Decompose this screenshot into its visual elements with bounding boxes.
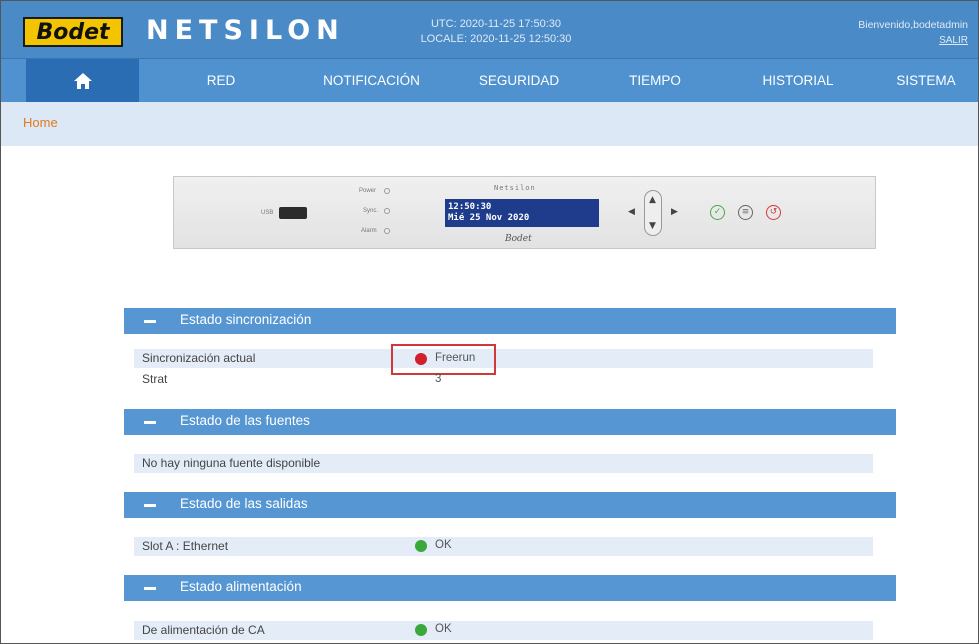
device-front-panel: USB Power Sync. Alarm Netsilon 12:50:30 … (173, 176, 876, 249)
ac-label: De alimentación de CA (142, 623, 265, 637)
logo-text: Bodet (36, 19, 110, 45)
slot-label: Slot A : Ethernet (142, 539, 229, 553)
local-time: LOCALE: 2020-11-25 12:50:30 (420, 33, 572, 45)
power-row: De alimentación de CA (134, 621, 873, 640)
lcd-date: Mié 25 Nov 2020 (448, 213, 530, 223)
nav-tiempo[interactable]: TIEMPO (611, 59, 699, 103)
strat-value: 3 (435, 373, 442, 385)
nav-seguridad[interactable]: SEGURIDAD (469, 59, 569, 103)
led-label-alarm: Alarm (361, 228, 377, 234)
breadcrumb-home[interactable]: Home (23, 115, 58, 130)
welcome-text: Bienvenido,bodetadmin (858, 19, 968, 31)
strat-label: Strat (142, 372, 168, 386)
section-sources-header[interactable]: Estado de las fuentes (124, 409, 896, 435)
collapse-icon (144, 587, 156, 590)
collapse-icon (144, 320, 156, 323)
device-brand: Bodet (505, 234, 532, 244)
nav-historial[interactable]: HISTORIAL (748, 59, 848, 103)
validate-icon[interactable]: ✓ (710, 205, 725, 220)
arrow-left-icon[interactable]: ◀ (628, 207, 635, 217)
main-nav: RED NOTIFICACIÓN SEGURIDAD TIEMPO HISTOR… (1, 58, 978, 103)
slot-value: OK (435, 539, 452, 551)
nav-home[interactable] (26, 59, 139, 103)
sources-row: No hay ninguna fuente disponible (134, 454, 873, 473)
section-power-title: Estado alimentación (180, 579, 302, 594)
sources-message: No hay ninguna fuente disponible (142, 456, 321, 470)
breadcrumb: Home (1, 102, 978, 146)
user-panel: Bienvenido,bodetadmin SALIR (858, 17, 968, 49)
section-sync-header[interactable]: Estado sincronización (124, 308, 896, 334)
nav-sistema[interactable]: SISTEMA (881, 59, 971, 103)
lcd-time: 12:50:30 (448, 202, 492, 212)
section-outputs-header[interactable]: Estado de las salidas (124, 492, 896, 518)
menu-icon[interactable]: ≡ (738, 205, 753, 220)
collapse-icon (144, 504, 156, 507)
section-sources-title: Estado de las fuentes (180, 413, 310, 428)
nav-red[interactable]: RED (176, 59, 266, 103)
status-dot-green-icon (415, 624, 427, 636)
bodet-logo[interactable]: Bodet (23, 17, 123, 47)
sync-current-row: Sincronización actual (134, 349, 873, 368)
led-label-sync: Sync. (363, 208, 379, 214)
section-sync-title: Estado sincronización (180, 312, 312, 327)
lcd-display: 12:50:30 Mié 25 Nov 2020 (445, 199, 599, 227)
device-name: Netsilon (494, 184, 536, 192)
outputs-row: Slot A : Ethernet (134, 537, 873, 556)
usb-port (279, 207, 307, 219)
arrow-down-icon[interactable]: ▼ (649, 221, 656, 231)
nav-notificacion[interactable]: NOTIFICACIÓN (319, 59, 424, 103)
led-label-power: Power (359, 188, 377, 194)
section-outputs-title: Estado de las salidas (180, 496, 308, 511)
section-power-header[interactable]: Estado alimentación (124, 575, 896, 601)
app-window: Bodet NETSILON UTC: 2020-11-25 17:50:30 … (0, 0, 979, 644)
highlight-box (391, 344, 496, 375)
status-dot-green-icon (415, 540, 427, 552)
product-title: NETSILON (146, 15, 345, 46)
top-header: Bodet NETSILON UTC: 2020-11-25 17:50:30 … (1, 1, 978, 58)
alarm-led (384, 228, 390, 234)
clock-display: UTC: 2020-11-25 17:50:30 LOCALE: 2020-11… (411, 17, 581, 47)
home-icon (73, 73, 92, 89)
sync-current-label: Sincronización actual (142, 351, 256, 365)
ac-value: OK (435, 623, 452, 635)
power-led (384, 188, 390, 194)
back-icon[interactable]: ↺ (766, 205, 781, 220)
sync-led (384, 208, 390, 214)
collapse-icon (144, 421, 156, 424)
nav-pad: ▲ ▼ (644, 190, 662, 236)
utc-time: UTC: 2020-11-25 17:50:30 (430, 18, 562, 30)
logout-link[interactable]: SALIR (858, 33, 968, 49)
arrow-up-icon[interactable]: ▲ (649, 195, 656, 205)
arrow-right-icon[interactable]: ▶ (671, 207, 678, 217)
usb-label: USB (261, 210, 274, 216)
